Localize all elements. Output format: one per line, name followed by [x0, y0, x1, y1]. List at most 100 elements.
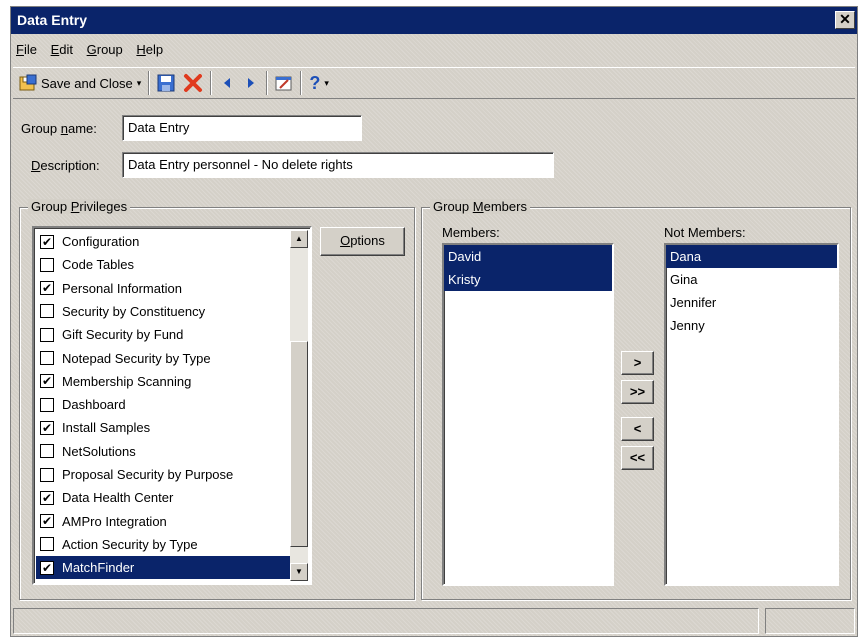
privilege-checkbox[interactable] — [40, 397, 54, 412]
options-button[interactable]: Options — [320, 227, 405, 256]
privilege-checkbox[interactable]: ✔ — [40, 514, 54, 529]
not-members-label: Not Members: — [664, 225, 746, 240]
privilege-checkbox[interactable] — [40, 304, 54, 319]
menu-group[interactable]: Group — [82, 39, 128, 60]
close-button[interactable]: ✕ — [835, 11, 855, 29]
privilege-checkbox[interactable]: ✔ — [40, 490, 54, 505]
privilege-checkbox[interactable] — [40, 467, 54, 482]
previous-record-button[interactable] — [215, 70, 239, 96]
privilege-label: Dashboard — [62, 397, 126, 413]
privilege-label: Notepad Security by Type — [62, 350, 211, 366]
properties-icon — [275, 76, 292, 91]
scroll-up-icon[interactable]: ▲ — [290, 230, 308, 248]
description-field[interactable]: Data Entry personnel - No delete rights — [122, 152, 554, 178]
help-button[interactable]: ? ▾ — [305, 70, 333, 96]
privilege-row[interactable]: Code Tables — [36, 253, 134, 276]
privilege-checkbox[interactable]: ✔ — [40, 234, 54, 249]
privilege-label: Gift Security by Fund — [62, 327, 184, 343]
privilege-row[interactable]: ✔ MatchFinder — [36, 556, 296, 580]
privileges-scrollbar[interactable]: ▲ ▼ — [290, 230, 308, 581]
window-title: Data Entry — [17, 12, 88, 28]
privilege-row[interactable]: Action Security by Type — [36, 533, 198, 556]
privilege-checkbox[interactable]: ✔ — [40, 420, 54, 435]
privilege-label: NetSolutions — [62, 443, 136, 459]
privilege-label: Proposal Security by Purpose — [62, 467, 234, 482]
menu-bar: File Edit Group Help — [11, 39, 168, 63]
delete-icon — [184, 74, 203, 92]
privilege-row[interactable]: ✔ AMPro Integration — [36, 510, 167, 533]
delete-button[interactable] — [179, 70, 207, 96]
group-name-label: Group name: — [21, 121, 97, 136]
move-right-button[interactable]: > — [621, 351, 654, 375]
privilege-checkbox[interactable] — [40, 351, 54, 365]
list-item[interactable]: Jenny — [666, 314, 837, 337]
scroll-down-icon[interactable]: ▼ — [290, 563, 308, 581]
privilege-row[interactable]: ✔ Install Samples — [36, 416, 150, 439]
privilege-label: Configuration — [62, 234, 140, 249]
privilege-row[interactable]: Notepad Security by Type — [36, 347, 211, 370]
toolbar-separator — [210, 71, 213, 95]
privilege-label: AMPro Integration — [62, 513, 167, 529]
toolbar: Save and Close ▾ ? ▾ — [13, 67, 855, 99]
privileges-list[interactable]: ✔ Configuration Code Tables ✔ Personal Infor… — [32, 226, 312, 585]
privilege-row[interactable]: ✔ Personal Information — [36, 277, 182, 300]
toolbar-separator — [148, 71, 151, 95]
privilege-row[interactable]: Gift Security by Fund — [36, 323, 183, 346]
help-icon: ? — [309, 72, 321, 93]
privilege-label: MatchFinder — [62, 560, 135, 576]
privilege-checkbox[interactable]: ✔ — [40, 281, 54, 296]
privilege-label: Code Tables — [62, 257, 135, 273]
properties-button[interactable] — [271, 70, 297, 96]
menu-file[interactable]: File — [11, 39, 42, 60]
privilege-label: Data Health Center — [62, 490, 174, 506]
list-item[interactable]: Dana — [666, 245, 837, 268]
data-entry-window: Data Entry ✕ File Edit Group Help Save a… — [10, 6, 858, 637]
list-item[interactable]: Jennifer — [666, 291, 837, 314]
next-record-button[interactable] — [239, 70, 263, 96]
status-bar — [13, 608, 855, 634]
move-all-right-button[interactable]: >> — [621, 380, 654, 404]
privilege-checkbox[interactable] — [40, 257, 54, 272]
status-pane-main — [13, 608, 759, 634]
toolbar-separator — [266, 71, 269, 95]
arrow-left-icon — [224, 78, 231, 88]
help-dropdown-icon[interactable]: ▾ — [324, 78, 329, 89]
list-item[interactable]: Gina — [666, 268, 837, 291]
privilege-label: Membership Scanning — [62, 373, 192, 389]
scroll-thumb[interactable] — [290, 341, 308, 547]
members-list[interactable]: David Kristy — [442, 243, 614, 586]
move-left-button[interactable]: < — [621, 417, 654, 441]
privilege-row[interactable]: ✔ Configuration — [36, 230, 139, 253]
save-and-close-button[interactable]: Save and Close ▾ — [15, 70, 145, 96]
menu-help[interactable]: Help — [131, 39, 168, 60]
privilege-checkbox[interactable]: ✔ — [40, 374, 54, 389]
privilege-checkbox[interactable] — [40, 444, 54, 459]
group-privileges-box: Group Privileges ✔ Configuration Code Tabl… — [19, 199, 415, 600]
save-button[interactable] — [153, 70, 179, 96]
list-item[interactable]: David — [444, 245, 612, 268]
menu-edit[interactable]: Edit — [46, 39, 78, 60]
group-privileges-title: Group Privileges — [28, 199, 131, 214]
list-item[interactable]: Kristy — [444, 268, 612, 291]
privilege-label: Install Samples — [62, 420, 151, 436]
privilege-label: Personal Information — [62, 280, 182, 296]
arrow-right-icon — [248, 78, 255, 88]
privilege-row[interactable]: Proposal Security by Purpose — [36, 463, 233, 486]
privilege-row[interactable]: NetSolutions — [36, 440, 136, 463]
privilege-checkbox[interactable]: ✔ — [40, 560, 54, 575]
group-name-field[interactable]: Data Entry — [122, 115, 362, 141]
not-members-list[interactable]: Dana Gina Jennifer Jenny — [664, 243, 839, 586]
privilege-row[interactable]: ✔ Membership Scanning — [36, 370, 191, 393]
save-and-close-dropdown-icon[interactable]: ▾ — [137, 78, 142, 89]
privilege-row[interactable]: Dashboard — [36, 393, 126, 416]
group-members-box: Group Members Members: David Kristy > >>… — [421, 199, 851, 600]
save-close-icon — [19, 74, 37, 91]
privilege-checkbox[interactable] — [40, 537, 54, 552]
toolbar-separator — [300, 71, 303, 95]
privilege-row[interactable]: Security by Constituency — [36, 300, 205, 323]
privilege-checkbox[interactable] — [40, 327, 54, 342]
save-icon — [157, 74, 175, 92]
move-all-left-button[interactable]: << — [621, 446, 654, 470]
status-pane-secondary — [765, 608, 855, 634]
privilege-row[interactable]: ✔ Data Health Center — [36, 486, 173, 509]
